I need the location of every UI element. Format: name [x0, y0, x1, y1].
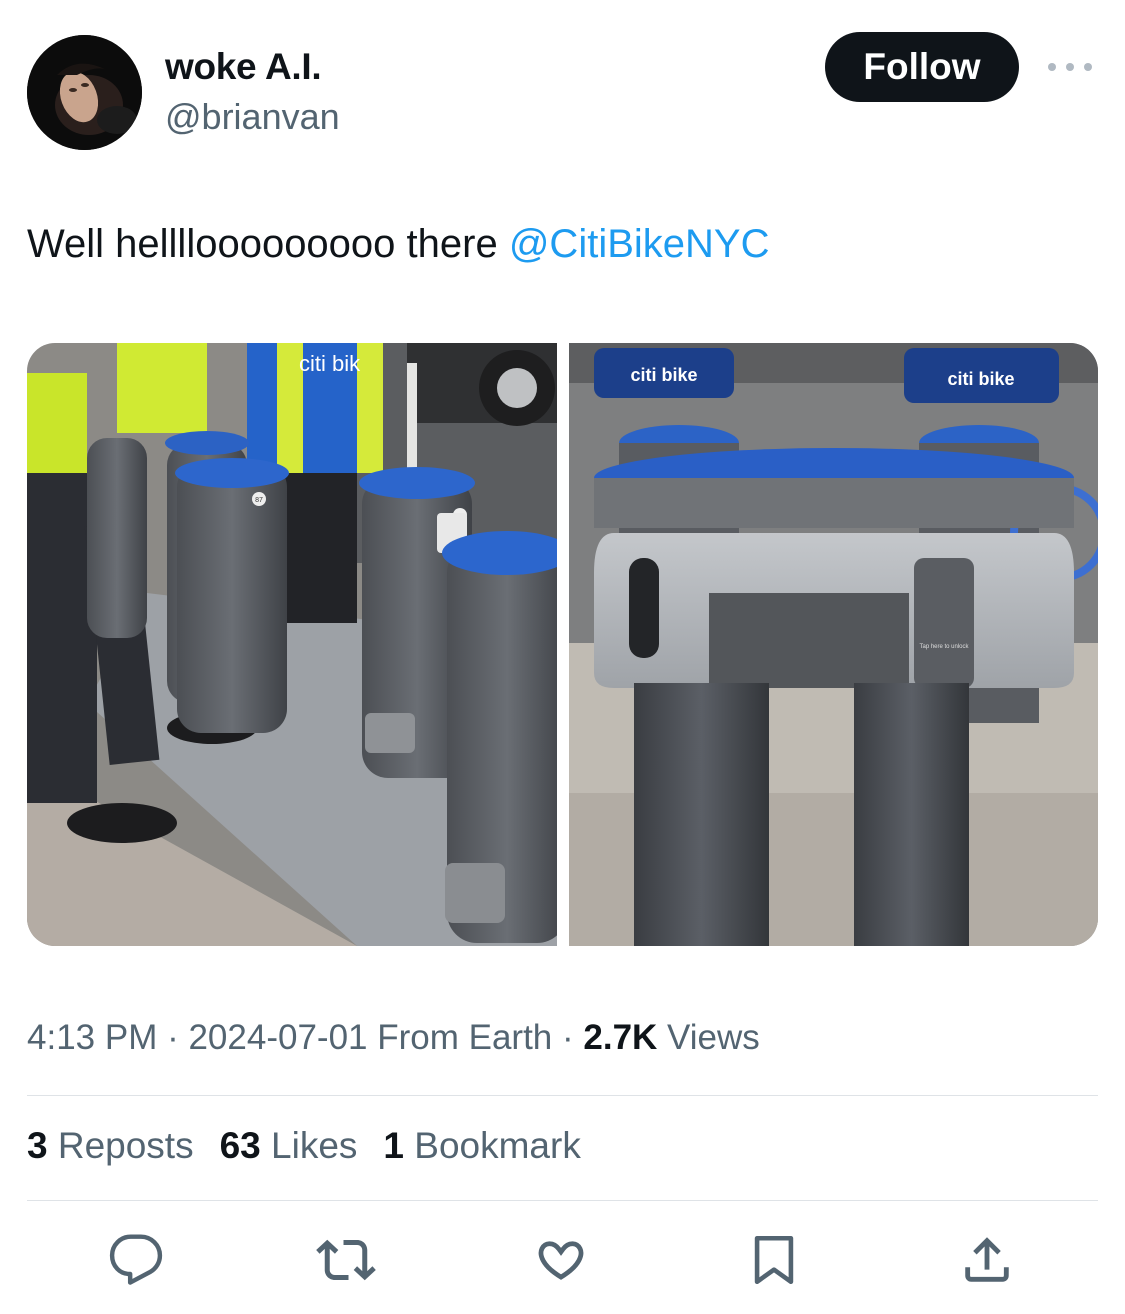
more-dot — [1084, 63, 1092, 71]
repost-icon — [316, 1239, 376, 1281]
share-icon — [965, 1237, 1009, 1282]
reply-button[interactable] — [104, 1228, 168, 1292]
bookmark-icon — [754, 1235, 794, 1285]
tweet-text: Well hellllooooooooo there @CitiBikeNYC — [27, 222, 769, 267]
likes-count: 63 — [219, 1125, 261, 1166]
views-count: 2.7K — [583, 1018, 658, 1057]
bookmark-button[interactable] — [742, 1228, 806, 1292]
meta-separator: · — [552, 1018, 584, 1057]
bookmarks-stat[interactable]: 1 Bookmark — [383, 1125, 580, 1167]
tweet-text-body: Well hellllooooooooo there — [27, 222, 509, 266]
bookmarks-count: 1 — [383, 1125, 404, 1166]
user-handle[interactable]: @brianvan — [165, 96, 340, 138]
reposts-count: 3 — [27, 1125, 48, 1166]
reposts-label: Reposts — [47, 1125, 194, 1166]
shirt-logo-text: citi bik — [299, 351, 361, 376]
tweet-media: citi bik 87 88 — [27, 343, 1098, 946]
display-name[interactable]: woke A.I. — [165, 46, 322, 88]
likes-stat[interactable]: 63 Likes — [220, 1125, 358, 1167]
divider — [27, 1095, 1098, 1096]
divider — [27, 1200, 1098, 1201]
dock-number: 87 — [255, 497, 263, 504]
bookmarks-label: Bookmark — [403, 1125, 581, 1166]
avatar[interactable] — [27, 35, 142, 150]
reply-icon — [109, 1234, 163, 1285]
tap-plate-text: Tap here to unlock — [919, 644, 969, 650]
tweet-date[interactable]: 2024-07-01 — [188, 1018, 367, 1057]
engagement-stats: 3 Reposts 63 Likes 1 Bookmark — [27, 1125, 581, 1167]
more-dot — [1048, 63, 1056, 71]
photo-dock-closeup[interactable]: citi bike citi bike Tap here to unlock — [568, 343, 1098, 946]
tweet-time[interactable]: 4:13 PM — [27, 1018, 157, 1057]
bike-screen-label: citi bike — [947, 369, 1014, 389]
repost-button[interactable] — [314, 1228, 378, 1292]
meta-separator: · — [157, 1018, 189, 1057]
more-dots-icon[interactable] — [1048, 56, 1092, 78]
more-dot — [1066, 63, 1074, 71]
action-bar — [0, 1228, 1125, 1298]
tweet-source: From Earth — [367, 1018, 553, 1057]
reposts-stat[interactable]: 3 Reposts — [27, 1125, 194, 1167]
likes-label: Likes — [260, 1125, 358, 1166]
heart-icon — [538, 1241, 584, 1280]
bike-screen-label: citi bike — [630, 365, 697, 385]
share-button[interactable] — [955, 1228, 1019, 1292]
mention-link[interactable]: @CitiBikeNYC — [509, 222, 770, 266]
views-label: Views — [657, 1018, 760, 1057]
follow-button[interactable]: Follow — [825, 32, 1019, 102]
photo-dock-street[interactable]: citi bik 87 88 — [27, 343, 557, 946]
tweet-meta: 4:13 PM · 2024-07-01 From Earth · 2.7K V… — [27, 1018, 760, 1058]
like-button[interactable] — [529, 1228, 593, 1292]
